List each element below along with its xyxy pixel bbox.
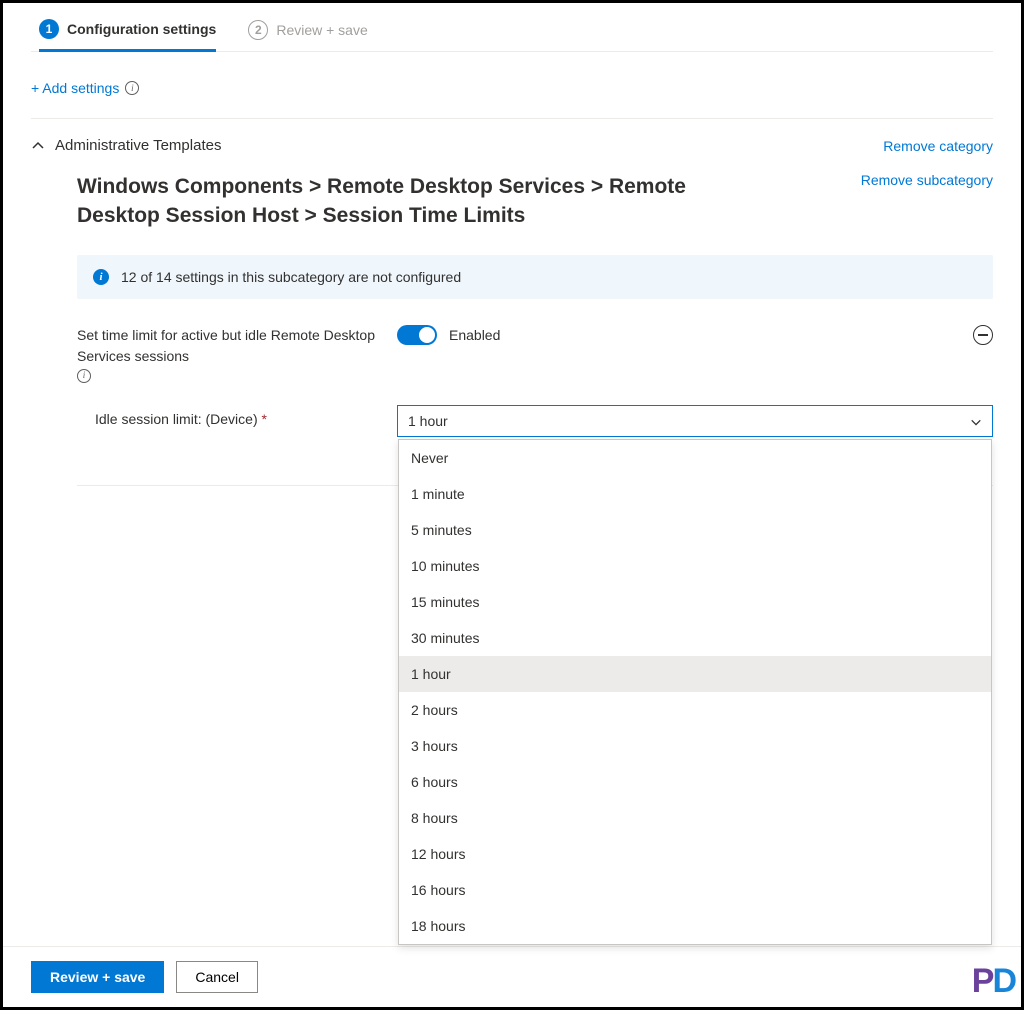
step-number-2: 2 (248, 20, 268, 40)
enabled-toggle[interactable] (397, 325, 437, 345)
dropdown-option[interactable]: 30 minutes (399, 620, 991, 656)
dropdown-option[interactable]: 1 hour (399, 656, 991, 692)
toggle-state-label: Enabled (449, 327, 500, 343)
info-icon[interactable]: i (77, 369, 91, 383)
info-banner-text: 12 of 14 settings in this subcategory ar… (121, 269, 461, 285)
idle-session-limit-field: Idle session limit: (Device) * 1 hour Ne… (77, 405, 993, 437)
collapse-icon[interactable] (973, 325, 993, 345)
add-settings-label: + Add settings (31, 80, 119, 96)
remove-category-link[interactable]: Remove category (883, 138, 993, 154)
step-review-save[interactable]: 2 Review + save (248, 13, 367, 51)
dropdown-option[interactable]: 12 hours (399, 836, 991, 872)
idle-session-limit-dropdown[interactable]: Never1 minute5 minutes10 minutes15 minut… (398, 439, 992, 945)
subcategory-header: Windows Components > Remote Desktop Serv… (77, 172, 993, 231)
dropdown-option[interactable]: 2 hours (399, 692, 991, 728)
subcategory-breadcrumb: Windows Components > Remote Desktop Serv… (77, 172, 717, 231)
setting-label: Set time limit for active but idle Remot… (77, 325, 377, 367)
step-configuration-settings[interactable]: 1 Configuration settings (39, 13, 216, 52)
chevron-down-icon (970, 415, 982, 427)
chevron-up-icon[interactable] (31, 139, 45, 153)
dropdown-option[interactable]: 8 hours (399, 800, 991, 836)
info-banner: i 12 of 14 settings in this subcategory … (77, 255, 993, 299)
required-marker: * (262, 411, 267, 427)
footer-actions: Review + save Cancel (3, 946, 1021, 1007)
select-value: 1 hour (408, 413, 448, 429)
setting-row-idle-limit-toggle: Set time limit for active but idle Remot… (77, 325, 993, 383)
dropdown-option[interactable]: 3 hours (399, 728, 991, 764)
category-header: Administrative Templates Remove category (31, 137, 993, 154)
field-label: Idle session limit: (Device) (95, 411, 258, 427)
watermark: PD (972, 962, 1015, 1001)
dropdown-option[interactable]: 6 hours (399, 764, 991, 800)
wizard-steps: 1 Configuration settings 2 Review + save (31, 3, 993, 52)
cancel-button[interactable]: Cancel (176, 961, 258, 993)
dropdown-option[interactable]: 18 hours (399, 908, 991, 944)
dropdown-option[interactable]: 15 minutes (399, 584, 991, 620)
category-title: Administrative Templates (55, 137, 221, 154)
remove-subcategory-link[interactable]: Remove subcategory (861, 172, 993, 188)
review-save-button[interactable]: Review + save (31, 961, 164, 993)
add-settings-link[interactable]: + Add settings i (31, 80, 993, 96)
step-number-1: 1 (39, 19, 59, 39)
info-solid-icon: i (93, 269, 109, 285)
step-label-1: Configuration settings (67, 21, 216, 37)
dropdown-option[interactable]: 16 hours (399, 872, 991, 908)
idle-session-limit-select[interactable]: 1 hour Never1 minute5 minutes10 minutes1… (397, 405, 993, 437)
dropdown-option[interactable]: 1 minute (399, 476, 991, 512)
dropdown-option[interactable]: 10 minutes (399, 548, 991, 584)
dropdown-option[interactable]: 5 minutes (399, 512, 991, 548)
step-label-2: Review + save (276, 22, 367, 38)
dropdown-option[interactable]: Never (399, 440, 991, 476)
info-icon[interactable]: i (125, 81, 139, 95)
